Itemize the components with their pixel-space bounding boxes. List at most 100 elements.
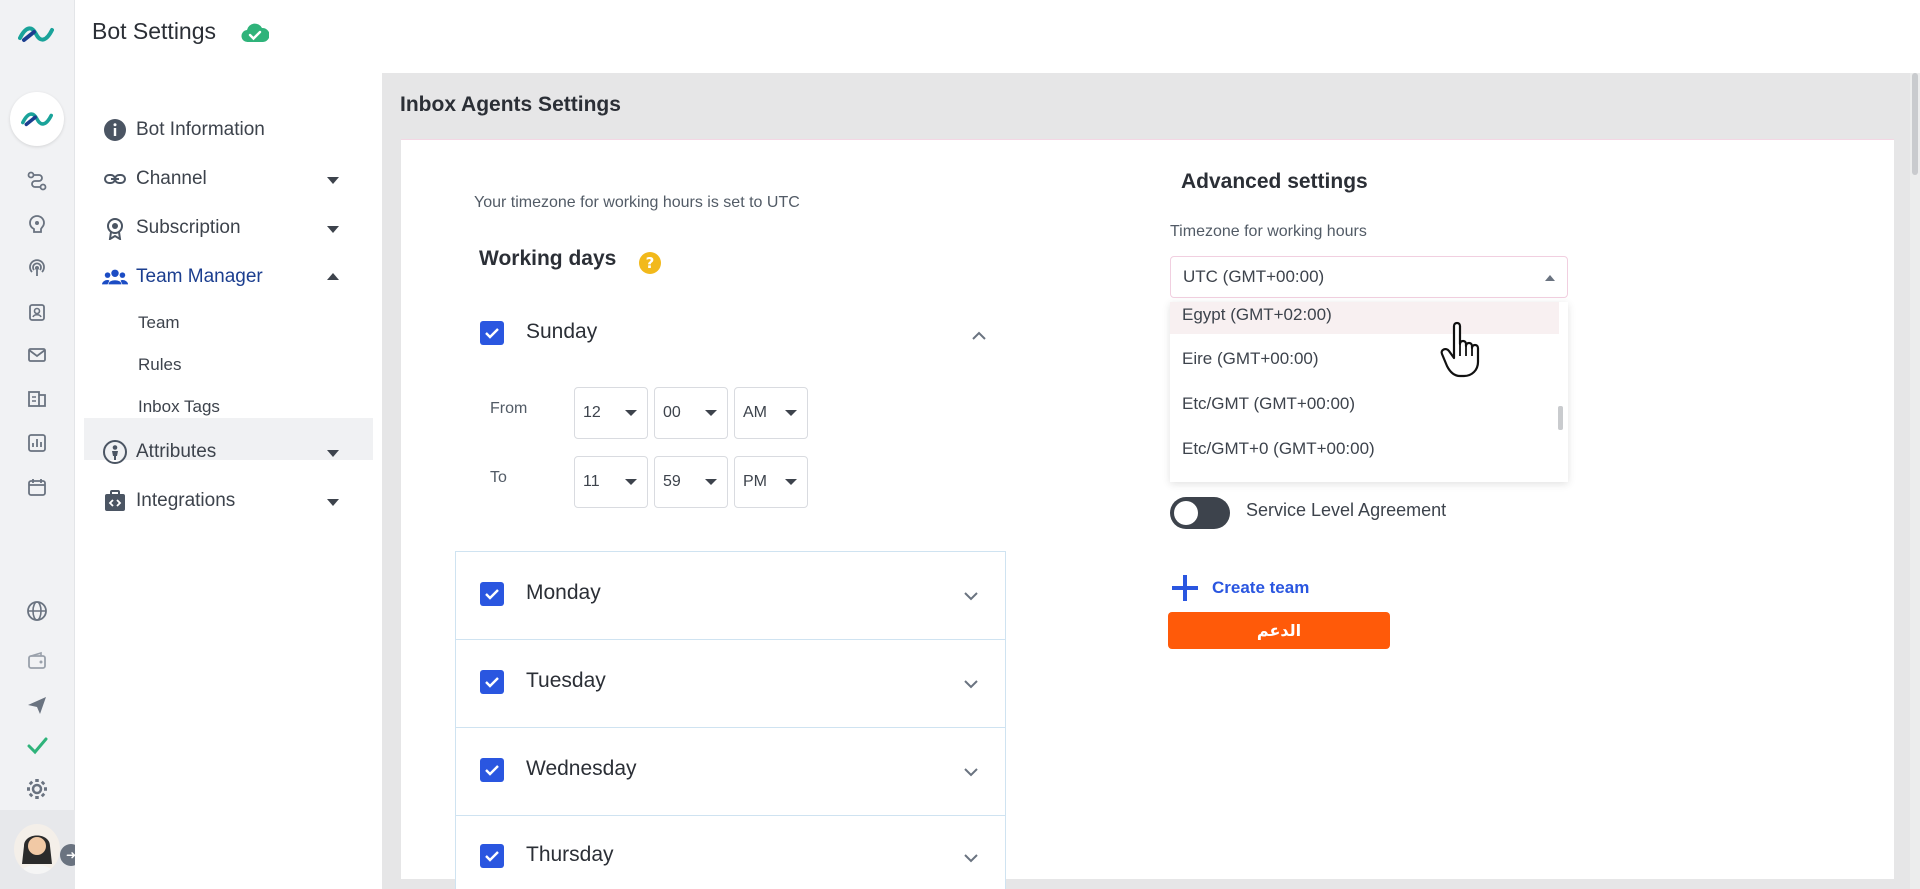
- timezone-option[interactable]: Eire (GMT+00:00): [1170, 340, 1559, 378]
- monday-checkbox[interactable]: [480, 582, 504, 606]
- chevron-down-icon[interactable]: [327, 499, 339, 506]
- dropdown-arrow-icon: [625, 479, 637, 485]
- timezone-option[interactable]: Etc/GMT+0 (GMT+00:00): [1170, 430, 1559, 468]
- help-icon[interactable]: ?: [639, 252, 661, 274]
- day-label-monday: Monday: [526, 581, 601, 604]
- day-label-tuesday: Tuesday: [526, 669, 606, 692]
- cloud-check-icon: [241, 23, 269, 43]
- sla-label: Service Level Agreement: [1246, 500, 1447, 520]
- sidebar-item-label: Attributes: [136, 441, 217, 462]
- globe-icon[interactable]: [24, 598, 50, 624]
- sidebar-item-subscription[interactable]: Subscription: [102, 211, 241, 245]
- day-row-monday[interactable]: Monday: [455, 551, 1006, 640]
- dropdown-arrow-icon: [705, 479, 717, 485]
- chevron-down-icon[interactable]: [963, 676, 979, 692]
- sidebar-item-channel[interactable]: Channel: [102, 162, 207, 196]
- chevron-down-icon[interactable]: [963, 850, 979, 866]
- sidebar-item-bot-information[interactable]: Bot Information: [102, 113, 265, 147]
- chevron-up-icon[interactable]: [971, 328, 987, 344]
- contacts-icon[interactable]: [24, 299, 50, 325]
- from-period-value: AM: [743, 404, 767, 421]
- chevron-down-icon[interactable]: [963, 764, 979, 780]
- timezone-label: Timezone for working hours: [1170, 223, 1367, 240]
- day-row-thursday[interactable]: Thursday: [455, 815, 1006, 889]
- sidebar-subitem-inbox-tags[interactable]: Inbox Tags: [138, 397, 220, 417]
- calendar-icon[interactable]: [24, 474, 50, 500]
- to-minute-select[interactable]: 59: [654, 456, 728, 508]
- sidebar-item-integrations[interactable]: Integrations: [102, 484, 235, 518]
- chevron-down-icon[interactable]: [327, 450, 339, 457]
- check-icon[interactable]: [24, 732, 50, 758]
- brain-icon[interactable]: [24, 211, 50, 237]
- support-button[interactable]: الدعم: [1168, 612, 1390, 649]
- sidebar-item-label: Channel: [136, 168, 207, 189]
- integrations-icon: [102, 488, 128, 514]
- wednesday-checkbox[interactable]: [480, 758, 504, 782]
- create-team-label: Create team: [1212, 578, 1310, 597]
- sidebar-item-attributes[interactable]: Attributes: [102, 435, 216, 469]
- bot-avatar-icon[interactable]: [10, 92, 64, 146]
- timezone-option[interactable]: Etc/GMT (GMT+00:00): [1170, 385, 1559, 423]
- from-hour-value: 12: [583, 404, 601, 421]
- day-label-thursday: Thursday: [526, 843, 614, 866]
- main-scrollbar[interactable]: [1910, 73, 1920, 889]
- sidebar-subitem-rules[interactable]: Rules: [138, 355, 181, 375]
- to-period-value: PM: [743, 473, 767, 490]
- avatar[interactable]: [14, 824, 60, 874]
- from-hour-select[interactable]: 12: [574, 387, 648, 439]
- to-minute-value: 59: [663, 473, 681, 490]
- flow-icon[interactable]: [24, 168, 50, 194]
- day-label-wednesday: Wednesday: [526, 757, 637, 780]
- mail-icon[interactable]: [24, 342, 50, 368]
- chevron-down-icon[interactable]: [327, 177, 339, 184]
- chevron-down-icon[interactable]: [963, 588, 979, 604]
- sidebar-subitem-team[interactable]: Team: [138, 313, 180, 333]
- logo-icon[interactable]: [18, 22, 54, 46]
- top-header: Bot Settings: [75, 0, 1920, 73]
- analytics-icon[interactable]: [24, 430, 50, 456]
- send-icon[interactable]: [24, 692, 50, 718]
- from-minute-value: 00: [663, 404, 681, 421]
- timezone-option[interactable]: Egypt (GMT+02:00): [1170, 302, 1559, 334]
- team-icon: [102, 264, 128, 290]
- sidebar-item-label: Integrations: [136, 490, 236, 511]
- sidebar-item-team-manager[interactable]: Team Manager: [102, 260, 263, 294]
- tuesday-checkbox[interactable]: [480, 670, 504, 694]
- chevron-up-icon[interactable]: [327, 273, 339, 280]
- day-row-tuesday[interactable]: Tuesday: [455, 639, 1006, 728]
- day-row-wednesday[interactable]: Wednesday: [455, 727, 1006, 816]
- from-period-select[interactable]: AM: [734, 387, 808, 439]
- sla-toggle[interactable]: [1170, 497, 1230, 529]
- section-title: Inbox Agents Settings: [400, 93, 621, 116]
- chevron-up-icon: [1545, 275, 1555, 281]
- to-hour-select[interactable]: 11: [574, 456, 648, 508]
- from-label: From: [490, 400, 528, 417]
- advanced-settings-title: Advanced settings: [1181, 170, 1368, 193]
- create-team-button[interactable]: Create team: [1170, 571, 1309, 605]
- to-label: To: [490, 469, 507, 486]
- thursday-checkbox[interactable]: [480, 844, 504, 868]
- sidebar-item-label: Team Manager: [136, 266, 263, 287]
- toggle-knob: [1174, 501, 1198, 525]
- chevron-down-icon[interactable]: [327, 226, 339, 233]
- gear-icon[interactable]: [24, 776, 50, 802]
- sidebar-item-label: Bot Information: [136, 119, 265, 140]
- link-icon: [102, 166, 128, 192]
- store-icon[interactable]: [24, 386, 50, 412]
- scrollbar-thumb[interactable]: [1912, 73, 1918, 175]
- settings-sidebar: Bot Information Channel Subscription Tea…: [75, 73, 382, 889]
- timezone-select[interactable]: UTC (GMT+00:00): [1170, 256, 1568, 298]
- sunday-checkbox[interactable]: [480, 321, 504, 345]
- dropdown-arrow-icon: [705, 410, 717, 416]
- badge-icon: [102, 215, 128, 241]
- wallet-icon[interactable]: [24, 648, 50, 674]
- to-period-select[interactable]: PM: [734, 456, 808, 508]
- broadcast-icon[interactable]: [24, 255, 50, 281]
- timezone-dropdown-list[interactable]: Egypt (GMT+02:00) Eire (GMT+00:00) Etc/G…: [1170, 302, 1568, 482]
- timezone-value: UTC (GMT+00:00): [1183, 267, 1325, 286]
- dropdown-scrollbar[interactable]: [1558, 406, 1563, 430]
- info-icon: [102, 117, 128, 143]
- main-content: Inbox Agents Settings Your timezone for …: [382, 73, 1920, 889]
- working-days-title: Working days: [479, 247, 617, 270]
- from-minute-select[interactable]: 00: [654, 387, 728, 439]
